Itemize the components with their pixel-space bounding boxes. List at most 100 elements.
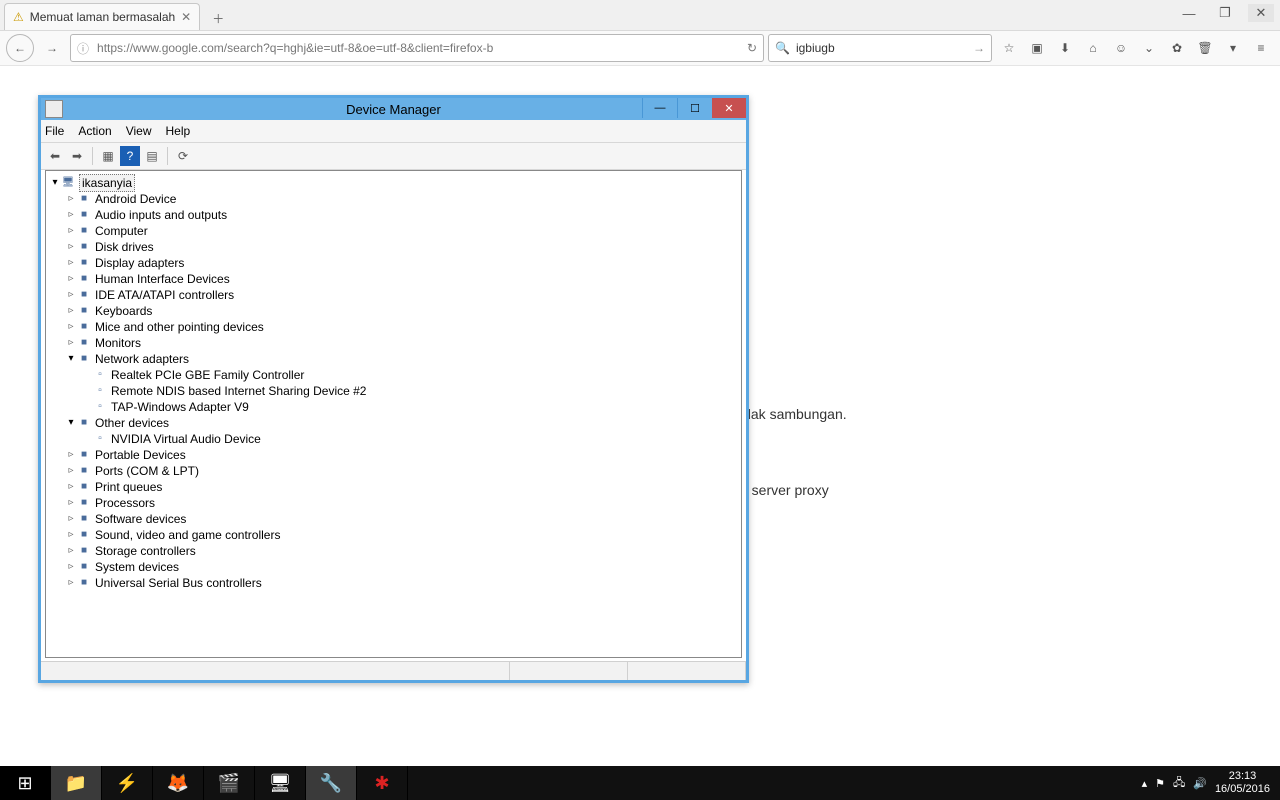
- tree-item[interactable]: ▫Realtek PCIe GBE Family Controller: [50, 367, 737, 383]
- start-button[interactable]: ⊞: [0, 766, 51, 800]
- url-input[interactable]: [95, 40, 741, 56]
- tray-volume-icon[interactable]: 🔊: [1193, 777, 1207, 790]
- device-icon: ■: [76, 464, 92, 478]
- dm-maximize-button[interactable]: ☐: [677, 98, 712, 118]
- device-manager-window: Device Manager — ☐ ✕ File Action View He…: [38, 95, 749, 683]
- taskbar-devicemanager-icon[interactable]: 🔧: [306, 766, 357, 800]
- close-button[interactable]: ✕: [1248, 4, 1274, 22]
- trash-icon[interactable]: 🗑: [1196, 41, 1214, 55]
- tray-flag-icon[interactable]: ⚑: [1155, 777, 1165, 790]
- toolbar-show-hide-icon[interactable]: ▦: [98, 146, 118, 166]
- back-button[interactable]: ←: [6, 34, 34, 62]
- library-icon[interactable]: ▣: [1028, 41, 1046, 55]
- system-tray[interactable]: ▴ ⚑ 🖧 🔊 23:13 16/05/2016: [1132, 766, 1280, 800]
- tree-item[interactable]: ▹■Computer: [50, 223, 737, 239]
- tree-item[interactable]: ▹■Universal Serial Bus controllers: [50, 575, 737, 591]
- menu-action[interactable]: Action: [78, 124, 111, 138]
- toolbar-forward-icon[interactable]: ➡: [67, 146, 87, 166]
- tree-item-label: NVIDIA Virtual Audio Device: [111, 431, 261, 447]
- tree-item[interactable]: ▫NVIDIA Virtual Audio Device: [50, 431, 737, 447]
- tree-item-label: Storage controllers: [95, 543, 196, 559]
- tree-item-label: Display adapters: [95, 255, 184, 271]
- tree-item-label: Software devices: [95, 511, 186, 527]
- taskbar-winamp-icon[interactable]: ⚡: [102, 766, 153, 800]
- device-icon: ■: [76, 448, 92, 462]
- tree-item[interactable]: ▹■Processors: [50, 495, 737, 511]
- taskbar-settings-icon[interactable]: 🖥: [255, 766, 306, 800]
- dm-titlebar[interactable]: Device Manager — ☐ ✕: [41, 98, 746, 120]
- menu-help[interactable]: Help: [166, 124, 191, 138]
- restore-button[interactable]: ❐: [1212, 4, 1238, 22]
- reload-icon[interactable]: ↻: [747, 41, 757, 55]
- device-icon: ■: [76, 192, 92, 206]
- toolbar-properties-icon[interactable]: ▤: [142, 146, 162, 166]
- tree-item[interactable]: ▹■Print queues: [50, 479, 737, 495]
- downloads-icon[interactable]: ⬇: [1056, 41, 1074, 55]
- tree-item[interactable]: ▫TAP-Windows Adapter V9: [50, 399, 737, 415]
- tree-item[interactable]: ▹■Ports (COM & LPT): [50, 463, 737, 479]
- tree-item[interactable]: ▹■Portable Devices: [50, 447, 737, 463]
- device-icon: ■: [76, 288, 92, 302]
- tree-item[interactable]: ▹■System devices: [50, 559, 737, 575]
- toolbar-help-icon[interactable]: ?: [120, 146, 140, 166]
- tree-item[interactable]: ▾■Network adapters: [50, 351, 737, 367]
- tree-item-label: Monitors: [95, 335, 141, 351]
- chat-icon[interactable]: ☺: [1112, 41, 1130, 55]
- minimize-button[interactable]: —: [1176, 4, 1202, 22]
- tree-item[interactable]: ▹■Disk drives: [50, 239, 737, 255]
- dropdown-icon[interactable]: ▾: [1224, 41, 1242, 55]
- taskbar-firefox-icon[interactable]: 🦊: [153, 766, 204, 800]
- taskbar-mpc-icon[interactable]: 🎬: [204, 766, 255, 800]
- taskbar: ⊞ 📁 ⚡ 🦊 🎬 🖥 🔧 ✱ ▴ ⚑ 🖧 🔊 23:13 16/05/2016: [0, 766, 1280, 800]
- menu-file[interactable]: File: [45, 124, 64, 138]
- tree-item[interactable]: ▹■Software devices: [50, 511, 737, 527]
- taskbar-explorer-icon[interactable]: 📁: [51, 766, 102, 800]
- tree-item-label: Portable Devices: [95, 447, 186, 463]
- dm-minimize-button[interactable]: —: [642, 98, 677, 118]
- addon-icon[interactable]: ✿: [1168, 41, 1186, 55]
- bookmark-star-icon[interactable]: ☆: [1000, 41, 1018, 55]
- new-tab-button[interactable]: ＋: [206, 6, 230, 30]
- tree-item[interactable]: ▹■Sound, video and game controllers: [50, 527, 737, 543]
- search-bar[interactable]: 🔍 →: [768, 34, 992, 62]
- dm-close-button[interactable]: ✕: [712, 98, 746, 118]
- tree-item-label: IDE ATA/ATAPI controllers: [95, 287, 234, 303]
- url-bar[interactable]: ⓘ ↻: [70, 34, 764, 62]
- hamburger-menu-icon[interactable]: ≡: [1252, 41, 1270, 55]
- tree-item[interactable]: ▹■Keyboards: [50, 303, 737, 319]
- device-icon: ▫: [92, 368, 108, 382]
- tray-up-icon[interactable]: ▴: [1142, 777, 1148, 790]
- tab-title: Memuat laman bermasalah: [30, 10, 175, 24]
- tree-item-label: Remote NDIS based Internet Sharing Devic…: [111, 383, 366, 399]
- tree-item-label: Other devices: [95, 415, 169, 431]
- toolbar-scan-icon[interactable]: ⟳: [173, 146, 193, 166]
- tray-clock[interactable]: 23:13 16/05/2016: [1215, 770, 1270, 796]
- tree-item[interactable]: ▹■Android Device: [50, 191, 737, 207]
- tree-item[interactable]: ▫Remote NDIS based Internet Sharing Devi…: [50, 383, 737, 399]
- home-icon[interactable]: ⌂: [1084, 41, 1102, 55]
- tree-item[interactable]: ▹■IDE ATA/ATAPI controllers: [50, 287, 737, 303]
- page-error-text: olak sambungan. n server proxy: [740, 400, 847, 504]
- tree-item[interactable]: ▾■Other devices: [50, 415, 737, 431]
- tree-item-label: ikasanyia: [79, 174, 135, 192]
- menu-view[interactable]: View: [126, 124, 152, 138]
- forward-button[interactable]: →: [38, 34, 66, 62]
- tab-close-button[interactable]: ✕: [181, 10, 191, 24]
- search-input[interactable]: [794, 40, 969, 56]
- tree-item[interactable]: ▾🖥ikasanyia: [50, 175, 737, 191]
- browser-tab[interactable]: ⚠ Memuat laman bermasalah ✕: [4, 3, 200, 30]
- toolbar-back-icon[interactable]: ⬅: [45, 146, 65, 166]
- pocket-icon[interactable]: ⌄: [1140, 41, 1158, 55]
- tree-item[interactable]: ▹■Human Interface Devices: [50, 271, 737, 287]
- tree-item-label: TAP-Windows Adapter V9: [111, 399, 249, 415]
- tree-item[interactable]: ▹■Mice and other pointing devices: [50, 319, 737, 335]
- taskbar-app-icon[interactable]: ✱: [357, 766, 408, 800]
- device-icon: ▫: [92, 384, 108, 398]
- device-tree[interactable]: ▾🖥ikasanyia▹■Android Device▹■Audio input…: [45, 170, 742, 658]
- tree-item[interactable]: ▹■Storage controllers: [50, 543, 737, 559]
- tree-item[interactable]: ▹■Display adapters: [50, 255, 737, 271]
- go-icon[interactable]: →: [973, 41, 985, 55]
- tree-item[interactable]: ▹■Audio inputs and outputs: [50, 207, 737, 223]
- tray-network-icon[interactable]: 🖧: [1173, 774, 1185, 793]
- tree-item[interactable]: ▹■Monitors: [50, 335, 737, 351]
